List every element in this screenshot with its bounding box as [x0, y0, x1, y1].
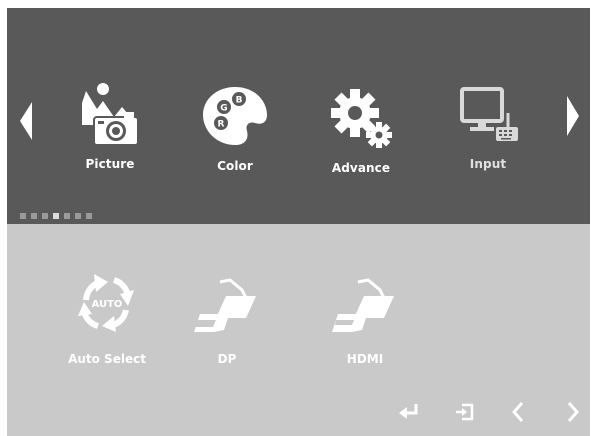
palette-letter-b: B — [236, 96, 243, 106]
menu-label-picture: Picture — [85, 157, 135, 171]
enter-icon[interactable] — [396, 398, 424, 426]
menu-label-color: Color — [217, 159, 253, 173]
page-dot — [42, 213, 48, 219]
menu-label-advance: Advance — [331, 161, 391, 175]
right-arrow-icon[interactable] — [559, 398, 587, 426]
menu-label-input: Input — [469, 157, 507, 171]
menu-left-arrow-icon[interactable] — [20, 102, 34, 140]
hdmi-connector-icon — [332, 278, 394, 332]
menu-item-color[interactable]: B G R Color — [180, 83, 290, 193]
page-dot — [20, 213, 26, 219]
menu-right-arrow-icon[interactable] — [567, 96, 581, 136]
page-dot — [86, 213, 92, 219]
menu-item-picture[interactable]: Picture — [55, 81, 165, 191]
menu-item-input[interactable]: Input — [433, 83, 543, 193]
palette-letter-g: G — [220, 104, 227, 114]
page-indicator — [20, 204, 97, 219]
page-dot — [64, 213, 70, 219]
page-dot — [31, 213, 37, 219]
monitor-input-icon — [460, 87, 518, 141]
page-dot-active — [53, 213, 59, 219]
left-arrow-icon[interactable] — [505, 398, 533, 426]
auto-select-icon: AUTO — [78, 274, 134, 332]
osd-window: Picture B G R Color Advance Input AUTO A… — [7, 8, 590, 436]
palette-letter-r: R — [218, 120, 225, 130]
picture-icon — [82, 83, 139, 146]
gears-icon — [331, 89, 392, 148]
input-auto-select[interactable]: AUTO Auto Select — [55, 270, 159, 370]
input-hdmi-label: HDMI — [346, 352, 384, 366]
input-auto-select-label: Auto Select — [68, 352, 146, 366]
displayport-connector-icon — [194, 278, 256, 332]
color-palette-icon: B G R — [203, 87, 267, 145]
input-dp-label: DP — [217, 352, 237, 366]
exit-icon[interactable] — [452, 398, 480, 426]
input-dp[interactable]: DP — [187, 274, 267, 370]
menu-item-advance[interactable]: Advance — [306, 85, 416, 195]
auto-badge-text: AUTO — [92, 299, 123, 310]
main-menu-bar: Picture B G R Color Advance Input — [7, 8, 590, 224]
input-hdmi[interactable]: HDMI — [325, 274, 405, 370]
page-dot — [75, 213, 81, 219]
